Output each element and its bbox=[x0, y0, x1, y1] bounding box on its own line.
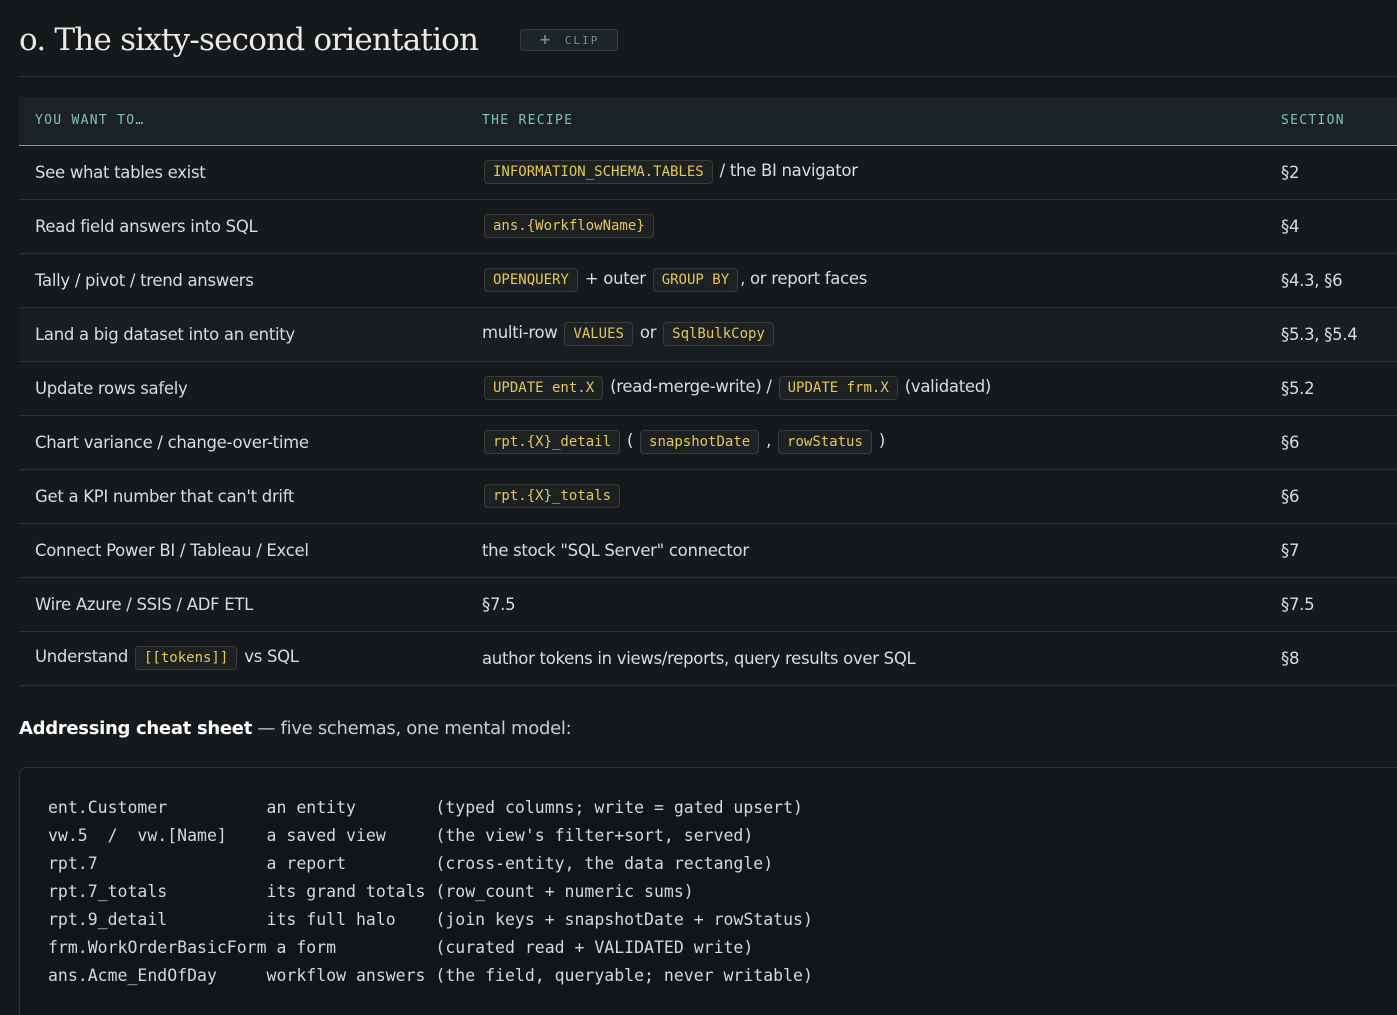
code-token: UPDATE ent.X bbox=[484, 376, 604, 400]
code-token: [[tokens]] bbox=[135, 646, 238, 670]
clip-button-label: CLIP bbox=[564, 33, 600, 47]
code-token: SqlBulkCopy bbox=[663, 322, 774, 346]
code-token: snapshotDate bbox=[640, 430, 760, 454]
recipe-cell: rpt.{X}_detail ( snapshotDate , rowStatu… bbox=[466, 415, 1265, 469]
recipe-cell: OPENQUERY + outer GROUP BY, or report fa… bbox=[466, 253, 1265, 307]
section-cell: §5.3, §5.4 bbox=[1281, 324, 1358, 344]
cheat-sheet-title: Addressing cheat sheet bbox=[19, 718, 253, 739]
recipe-cell: §7.5 bbox=[482, 594, 516, 614]
section-cell: §7.5 bbox=[1281, 594, 1315, 614]
section-cell: §6 bbox=[1281, 432, 1300, 452]
section-heading: o. The sixty-second orientation + CLIP bbox=[19, 22, 619, 58]
section-cell: §8 bbox=[1281, 648, 1300, 668]
code-token: OPENQUERY bbox=[484, 268, 578, 292]
want-cell: Read field answers into SQL bbox=[35, 216, 258, 236]
want-text: vs SQL bbox=[239, 647, 299, 666]
want-cell: Update rows safely bbox=[35, 378, 188, 398]
section-cell: §7 bbox=[1281, 540, 1300, 560]
recipe-cell: ans.{WorkflowName} bbox=[466, 199, 1265, 253]
clip-button[interactable]: + CLIP bbox=[520, 29, 619, 51]
recipe-text: (validated) bbox=[899, 377, 992, 396]
cheat-sheet-subtitle: — five schemas, one mental model: bbox=[252, 718, 572, 739]
code-token: UPDATE frm.X bbox=[778, 376, 898, 400]
want-cell: Tally / pivot / trend answers bbox=[35, 270, 254, 290]
recipe-text: ) bbox=[873, 431, 885, 450]
recipes-table: YOU WANT TO… THE RECIPE SECTION See what… bbox=[19, 97, 1397, 686]
table-row: Chart variance / change-over-time rpt.{X… bbox=[19, 415, 1397, 469]
column-header-section: SECTION bbox=[1281, 113, 1345, 129]
table-row: Wire Azure / SSIS / ADF ETL §7.5 §7.5 bbox=[19, 577, 1397, 631]
recipe-text: (read-merge-write) / bbox=[605, 377, 777, 396]
recipe-text: , or report faces bbox=[740, 269, 868, 288]
recipe-text: multi-row bbox=[482, 323, 563, 342]
code-token: rpt.{X}_totals bbox=[484, 484, 621, 508]
code-block: ent.Customer an entity (typed columns; w… bbox=[19, 767, 1397, 1015]
recipe-cell: rpt.{X}_totals bbox=[466, 469, 1265, 523]
page: o. The sixty-second orientation + CLIP Y… bbox=[0, 0, 1397, 1015]
table-row: Tally / pivot / trend answers OPENQUERY … bbox=[19, 253, 1397, 307]
column-header-recipe: THE RECIPE bbox=[482, 113, 574, 129]
recipe-text: , bbox=[761, 431, 777, 450]
recipe-cell: author tokens in views/reports, query re… bbox=[482, 648, 916, 668]
table-row: Get a KPI number that can't drift rpt.{X… bbox=[19, 469, 1397, 523]
recipe-cell: UPDATE ent.X (read-merge-write) / UPDATE… bbox=[466, 361, 1265, 415]
table-row: Understand [[tokens]] vs SQL author toke… bbox=[19, 631, 1397, 685]
table-row: Land a big dataset into an entity multi-… bbox=[19, 307, 1397, 361]
code-token: rpt.{X}_detail bbox=[484, 430, 621, 454]
table-header-row: YOU WANT TO… THE RECIPE SECTION bbox=[19, 97, 1397, 145]
want-cell: Connect Power BI / Tableau / Excel bbox=[35, 540, 309, 560]
section-cell: §6 bbox=[1281, 486, 1300, 506]
section-title: o. The sixty-second orientation bbox=[19, 22, 479, 58]
column-header-want: YOU WANT TO… bbox=[35, 113, 145, 129]
code-block-text: ent.Customer an entity (typed columns; w… bbox=[48, 798, 813, 985]
plus-icon: + bbox=[539, 32, 551, 48]
code-token: GROUP BY bbox=[652, 268, 739, 292]
recipe-cell: INFORMATION_SCHEMA.TABLES / the BI navig… bbox=[466, 145, 1265, 199]
want-cell: Get a KPI number that can't drift bbox=[35, 486, 295, 506]
want-cell: Land a big dataset into an entity bbox=[35, 324, 295, 344]
want-cell: Wire Azure / SSIS / ADF ETL bbox=[35, 594, 254, 614]
heading-divider bbox=[19, 76, 1397, 77]
section-cell: §4.3, §6 bbox=[1281, 270, 1343, 290]
recipe-text: or bbox=[634, 323, 662, 342]
section-cell: §4 bbox=[1281, 216, 1300, 236]
want-cell: See what tables exist bbox=[35, 162, 206, 182]
table-row: See what tables exist INFORMATION_SCHEMA… bbox=[19, 145, 1397, 199]
code-token: INFORMATION_SCHEMA.TABLES bbox=[484, 160, 713, 184]
table-row: Connect Power BI / Tableau / Excel the s… bbox=[19, 523, 1397, 577]
recipe-text: / the BI navigator bbox=[714, 161, 858, 180]
code-token: VALUES bbox=[564, 322, 633, 346]
section-cell: §5.2 bbox=[1281, 378, 1315, 398]
cheat-sheet-intro: Addressing cheat sheet — five schemas, o… bbox=[19, 718, 572, 739]
recipe-cell: the stock "SQL Server" connector bbox=[482, 540, 749, 560]
code-token: ans.{WorkflowName} bbox=[484, 214, 654, 238]
table-row: Read field answers into SQL ans.{Workflo… bbox=[19, 199, 1397, 253]
want-cell: Chart variance / change-over-time bbox=[35, 432, 309, 452]
code-token: rowStatus bbox=[778, 430, 872, 454]
table-row: Update rows safely UPDATE ent.X (read-me… bbox=[19, 361, 1397, 415]
recipe-text: ( bbox=[622, 431, 639, 450]
want-text: Understand bbox=[35, 647, 133, 666]
recipe-cell: multi-row VALUES or SqlBulkCopy bbox=[466, 307, 1265, 361]
want-cell: Understand [[tokens]] vs SQL bbox=[19, 631, 466, 685]
section-cell: §2 bbox=[1281, 162, 1300, 182]
recipe-text: + outer bbox=[579, 269, 651, 288]
